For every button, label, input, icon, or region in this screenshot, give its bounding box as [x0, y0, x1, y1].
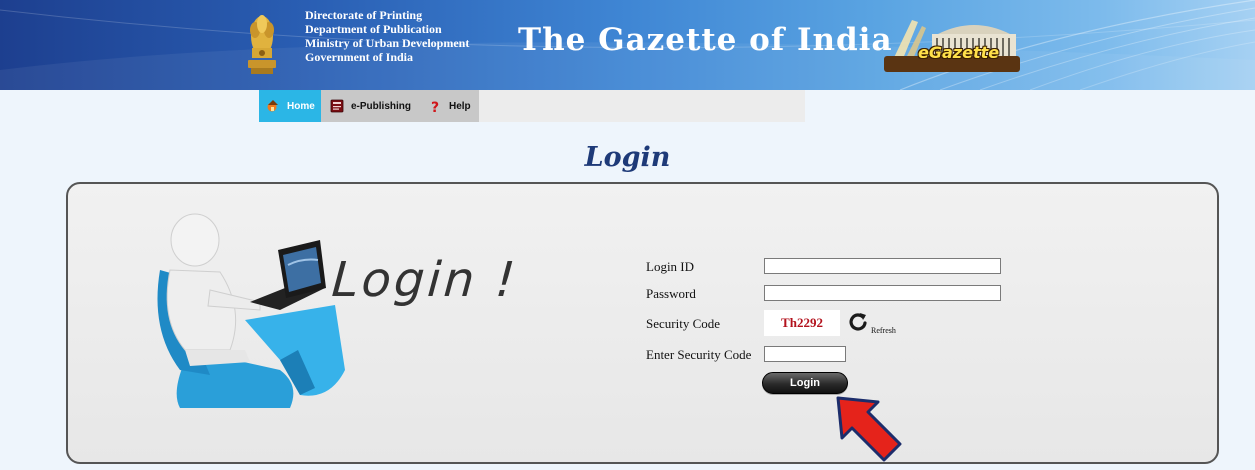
national-emblem-icon	[248, 15, 276, 74]
red-arrow-icon	[836, 396, 902, 462]
org-line-department: Department of Publication	[305, 22, 442, 36]
captcha-image: Th2292	[764, 310, 840, 336]
org-line-government: Government of India	[305, 50, 413, 64]
password-label: Password	[646, 286, 696, 301]
nav-item-home[interactable]: Home	[259, 90, 321, 122]
egazette-logo-text: eGazette	[918, 43, 1000, 62]
enter-security-code-label: Enter Security Code	[646, 347, 752, 362]
nav-item-e-publishing[interactable]: e-Publishing	[321, 90, 419, 122]
organization-block: Directorate of Printing Department of Pu…	[305, 8, 469, 64]
refresh-link[interactable]: Refresh	[871, 326, 896, 335]
main-nav: Home e-Publishing ? Help	[259, 90, 805, 122]
svg-text:?: ?	[431, 100, 439, 114]
login-button[interactable]: Login	[762, 372, 848, 394]
org-line-ministry: Ministry of Urban Development	[305, 36, 470, 50]
person-with-laptop-illustration	[157, 213, 345, 408]
question-icon: ?	[427, 98, 443, 116]
home-icon	[265, 98, 281, 114]
page-title: Login	[584, 142, 671, 173]
security-code-input[interactable]	[764, 346, 846, 362]
nav-label-help: Help	[449, 100, 471, 112]
header-banner: Directorate of Printing Department of Pu…	[0, 0, 1255, 90]
login-id-input[interactable]	[764, 258, 1001, 274]
nav-label-e-publishing: e-Publishing	[351, 100, 411, 112]
password-input[interactable]	[764, 285, 1001, 301]
site-title: The Gazette of India	[518, 22, 893, 58]
nav-label-home: Home	[287, 100, 315, 112]
illustration-caption: Login !	[330, 252, 520, 308]
login-id-label: Login ID	[646, 259, 695, 274]
org-line-directorate: Directorate of Printing	[305, 8, 423, 22]
security-code-label: Security Code	[646, 316, 721, 331]
nav-item-help[interactable]: ? Help	[419, 90, 479, 122]
refresh-icon[interactable]	[848, 312, 868, 332]
book-icon	[329, 98, 345, 114]
